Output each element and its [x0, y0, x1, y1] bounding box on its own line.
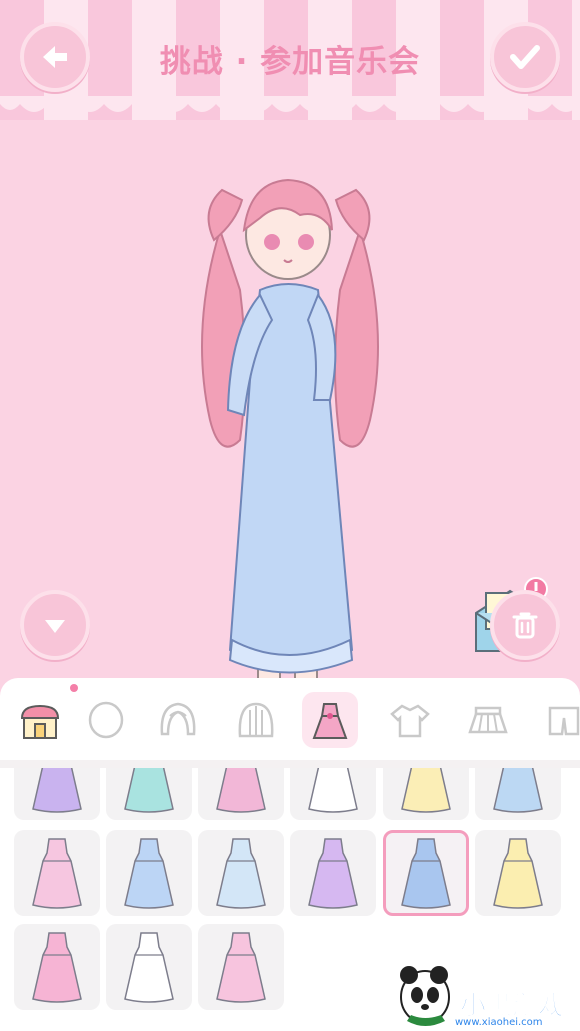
tab-divider — [0, 760, 580, 768]
tab-pants[interactable] — [536, 692, 580, 748]
dress-thumbnail — [401, 838, 451, 909]
collapse-button[interactable] — [20, 590, 90, 660]
checkmark-icon — [510, 45, 540, 69]
dress-thumbnail — [124, 932, 174, 1003]
dress-item-1[interactable] — [14, 768, 100, 820]
dress-thumbnail — [308, 768, 358, 813]
dress-item-8[interactable] — [106, 830, 192, 916]
dress-thumbnail — [32, 768, 82, 813]
dress-item-9[interactable] — [198, 830, 284, 916]
dressing-stage — [0, 120, 580, 741]
top-icon — [390, 704, 430, 738]
skirt-icon — [468, 706, 508, 734]
dress-item-13[interactable] — [14, 924, 100, 1010]
watermark-url: www.xiaohei.com — [455, 1017, 543, 1028]
confirm-button[interactable] — [490, 22, 560, 92]
dress-item-5[interactable] — [383, 768, 469, 820]
tab-shop[interactable] — [12, 692, 68, 748]
dress-thumbnail — [216, 838, 266, 909]
dress-thumbnail — [124, 768, 174, 813]
dress-thumbnail — [216, 768, 266, 813]
triangle-down-icon — [45, 620, 65, 633]
dress-thumbnail — [216, 932, 266, 1003]
tab-hair-back[interactable] — [228, 692, 284, 748]
dress-item-2[interactable] — [106, 768, 192, 820]
dress-item-7[interactable] — [14, 830, 100, 916]
dress-item-14[interactable] — [106, 924, 192, 1010]
category-tabs — [0, 678, 580, 760]
hair-front-icon — [160, 702, 196, 736]
face-icon — [88, 701, 124, 739]
shop-icon — [20, 704, 60, 739]
dress-thumbnail — [124, 838, 174, 909]
dress-item-11[interactable] — [383, 830, 469, 916]
dress-item-15[interactable] — [198, 924, 284, 1010]
pants-icon — [548, 706, 580, 736]
dress-thumbnail — [32, 932, 82, 1003]
dress-thumbnail — [493, 768, 543, 813]
dress-icon — [312, 703, 348, 739]
dress-item-4[interactable] — [290, 768, 376, 820]
dress-item-10[interactable] — [290, 830, 376, 916]
dress-thumbnail — [32, 838, 82, 909]
hair-back-icon — [238, 702, 274, 738]
dress-item-6[interactable] — [475, 768, 561, 820]
character-doll — [201, 178, 379, 741]
tab-hair-front[interactable] — [150, 692, 206, 748]
tab-face[interactable] — [78, 692, 134, 748]
tab-dress[interactable] — [302, 692, 358, 748]
tab-top[interactable] — [382, 692, 438, 748]
dress-item-3[interactable] — [198, 768, 284, 820]
tab-skirt[interactable] — [460, 692, 516, 748]
new-badge-dot — [70, 684, 78, 692]
dress-thumbnail — [493, 838, 543, 909]
trash-icon — [512, 612, 538, 639]
dress-item-12[interactable] — [475, 830, 561, 916]
trash-button[interactable] — [490, 590, 560, 660]
dress-thumbnail — [308, 838, 358, 909]
dress-thumbnail — [401, 768, 451, 813]
